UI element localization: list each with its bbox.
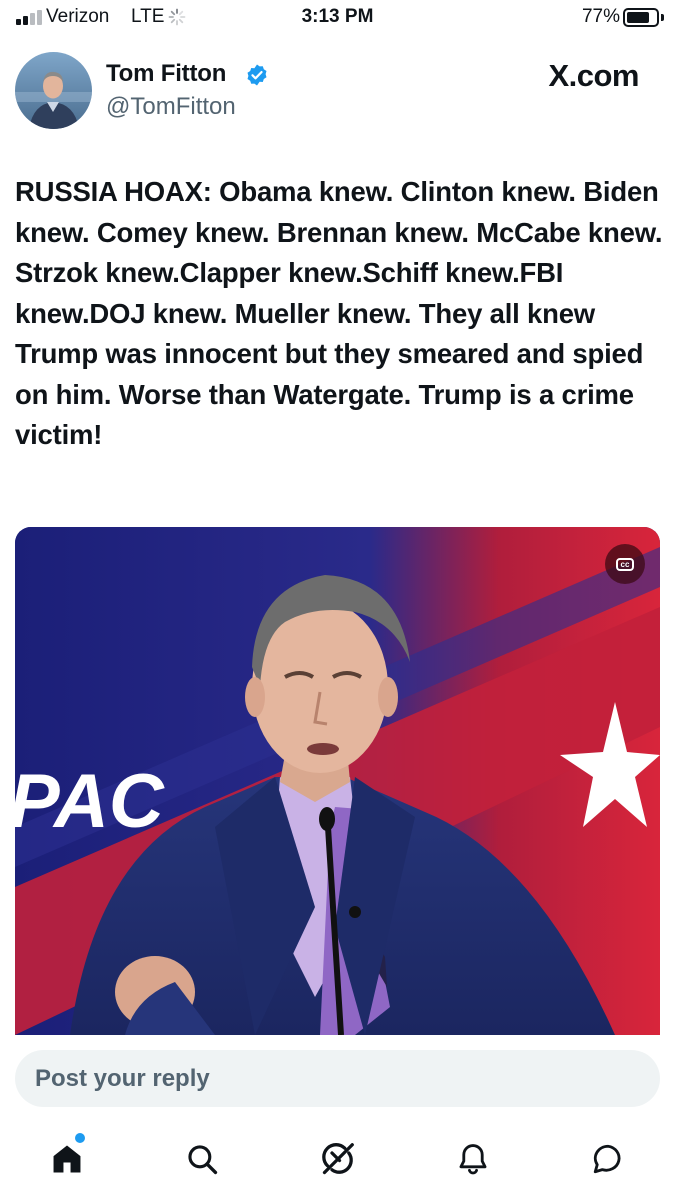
tab-notifications[interactable]	[451, 1137, 495, 1181]
battery-icon	[623, 8, 659, 27]
tab-search[interactable]	[180, 1137, 224, 1181]
verified-badge-icon	[247, 64, 267, 86]
status-time: 3:13 PM	[301, 6, 374, 27]
post-video[interactable]: PAC	[15, 527, 660, 1035]
tab-home[interactable]	[45, 1137, 89, 1181]
tab-grok[interactable]	[316, 1137, 360, 1181]
home-icon	[53, 1145, 81, 1173]
post-text: RUSSIA HOAX: Obama knew. Clinton knew. B…	[15, 176, 663, 450]
author-avatar[interactable]	[15, 52, 92, 129]
video-frame: PAC	[15, 527, 660, 1035]
battery-percent: 77%	[581, 6, 620, 27]
author-handle[interactable]: @TomFitton	[106, 93, 236, 121]
closed-captions-icon: cc	[616, 557, 634, 571]
status-bar: Verizon LTE 3:13 PM 77%	[0, 0, 675, 40]
search-icon	[188, 1145, 218, 1175]
author-name[interactable]: Tom Fitton	[106, 60, 226, 88]
grok-icon	[322, 1143, 354, 1175]
tab-messages[interactable]	[586, 1137, 630, 1181]
backdrop-logo-text: PAC	[15, 759, 165, 844]
site-label: X.com	[548, 58, 639, 93]
closed-captions-button[interactable]: cc	[605, 544, 645, 584]
reply-input[interactable]: Post your reply	[15, 1050, 660, 1107]
chat-bubble-icon	[593, 1144, 621, 1174]
home-notification-dot	[75, 1133, 85, 1143]
tab-bar	[0, 1125, 675, 1200]
bell-icon	[459, 1144, 487, 1175]
